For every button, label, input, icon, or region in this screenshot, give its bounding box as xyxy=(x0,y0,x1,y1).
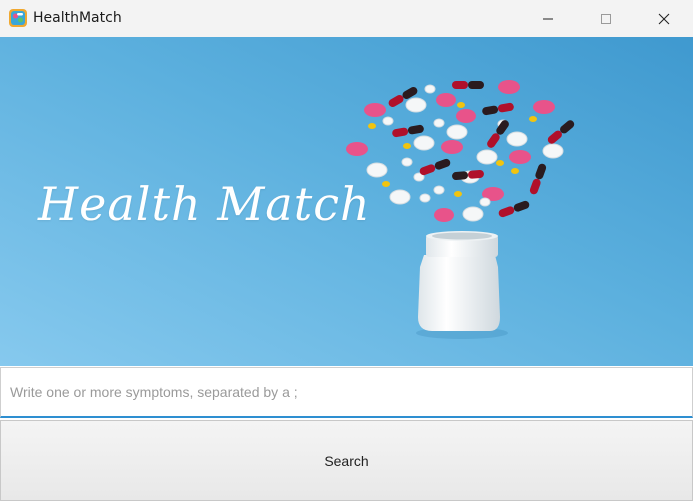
search-button[interactable]: Search xyxy=(0,420,693,501)
minimize-icon xyxy=(543,18,553,19)
close-button[interactable] xyxy=(635,0,693,37)
app-window: HealthMatch Health Match Write one or mo… xyxy=(0,0,693,501)
symptoms-input[interactable] xyxy=(0,367,693,418)
health-app-icon xyxy=(9,9,27,27)
window-title: HealthMatch xyxy=(33,10,122,26)
close-icon xyxy=(658,13,670,24)
banner-title: Health Match xyxy=(38,177,371,231)
maximize-icon xyxy=(601,13,611,24)
minimize-button[interactable] xyxy=(519,0,577,37)
maximize-button[interactable] xyxy=(577,0,635,37)
title-bar[interactable]: HealthMatch xyxy=(0,0,693,37)
hero-banner: Health Match xyxy=(0,37,693,366)
